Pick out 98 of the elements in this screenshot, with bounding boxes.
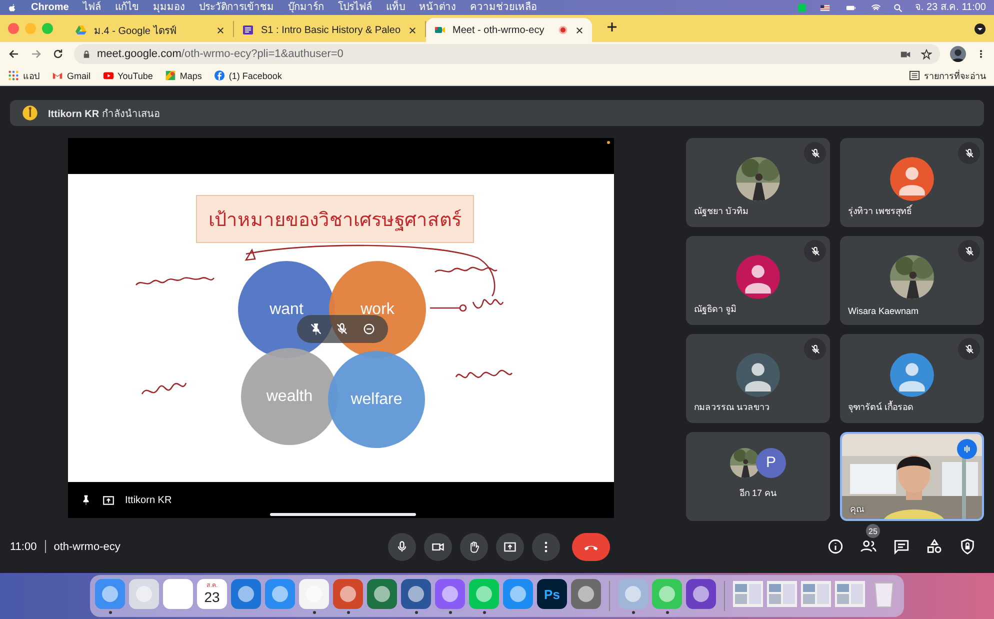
diagram-circle: welfare [328,351,425,448]
running-indicator [632,611,634,614]
remove-icon[interactable] [362,322,376,336]
running-indicator [346,611,350,614]
dropdown-icon[interactable] [974,22,986,34]
app-icon[interactable] [571,579,601,609]
menu-item[interactable]: มุมมอง [152,0,185,15]
participant-name: จุฑารัตน์ เกื้อรอด [848,400,914,414]
running-indicator [312,611,316,614]
flag-icon[interactable] [818,2,831,12]
plus-icon[interactable] [606,20,618,32]
bookmark-link[interactable]: แอป [8,68,40,82]
chat-icon[interactable] [893,538,910,555]
pin-icon[interactable] [80,494,92,506]
running-indicator [482,611,486,614]
browser-tab[interactable]: Meet - oth-wrmo-ecy [426,18,592,42]
menu-item[interactable]: Chrome [31,0,69,15]
presenter-avatar-icon [22,105,38,121]
pin-off-icon[interactable] [309,322,324,336]
handwriting-drawing [141,382,187,394]
bookmark-link[interactable]: YouTube [102,70,153,81]
browser-tab[interactable]: ม.4 - Google ไดรฟ์ [67,18,233,42]
running-indicator [448,611,452,614]
participant-name: ณัฐชยา บัวทิม [694,205,749,218]
window-thumbnail[interactable] [801,581,831,607]
video-camera-icon [434,24,446,36]
presenting-text: Ittikorn KR กำลังนำเสนอ [48,108,160,120]
info-icon[interactable] [827,538,844,555]
apple-icon[interactable] [8,2,17,12]
menu-item[interactable]: โปรไฟล์ [338,0,372,15]
menu-item[interactable]: ไฟล์ [82,0,101,15]
present-button[interactable] [496,532,524,560]
bookmark-link[interactable]: Gmail [52,70,91,81]
running-indicator [666,611,668,614]
handwriting-drawing [455,370,512,378]
browser-tab[interactable]: S1 : Intro Basic History & Paleo [234,18,425,42]
participant-count-badge: 25 [866,524,880,538]
present-icon[interactable] [102,494,115,506]
status-dot [607,141,610,144]
menu-item[interactable]: ประวัติการเข้าชม [198,0,274,15]
search-icon[interactable] [892,2,903,12]
grid-icon [8,70,19,81]
shield-icon[interactable] [959,538,976,555]
leave-call-button[interactable] [572,532,610,560]
microphone-icon[interactable] [395,540,409,554]
reload-icon[interactable] [52,48,64,60]
reading-list-button[interactable]: รายการที่จะอ่าน [909,68,986,82]
bookmark-link[interactable]: Maps [164,70,202,81]
presenter-name: Ittikorn KR [125,494,172,506]
slide-title: เป้าหมายของวิชาเศรษฐศาสตร์ [196,195,474,243]
close-icon[interactable] [216,26,225,34]
shapes-icon[interactable] [926,538,943,555]
triangle-logo-icon [75,24,87,36]
clock[interactable]: จ. 23 ส.ค. 11:00 [914,0,986,15]
participant-name: ณัฐธิดา จูมิ [694,303,737,316]
raise-hand-button[interactable] [460,532,488,560]
star-icon[interactable] [921,48,932,60]
present-icon[interactable] [503,540,517,554]
bookmark-link[interactable]: (1) Facebook [214,70,282,81]
menu-item[interactable]: หน้าต่าง [418,0,456,15]
app-icon[interactable] [367,579,397,609]
back-arrow-icon[interactable] [8,48,20,60]
map-pin-icon [164,70,176,81]
microphone-button[interactable] [388,532,416,560]
menu-item[interactable]: ความช่วยเหลือ [470,0,537,15]
participant-name: คุณ [850,503,864,516]
window-thumbnail[interactable] [835,581,865,607]
app-icon[interactable] [686,579,716,609]
list-icon [909,70,920,81]
window-thumbnail[interactable] [767,581,797,607]
forward-arrow-icon[interactable] [30,48,42,60]
meeting-code: oth-wrmo-ecy [54,540,120,552]
circle-logo-icon [214,70,225,81]
envelope-icon [52,70,63,81]
running-indicator [108,611,112,614]
play-button-icon [102,70,114,81]
participant-name: รุ่งทิวา เพชรสุทธิ์ [848,204,912,218]
list-document-icon [242,24,254,36]
app-icon[interactable] [401,579,431,609]
window-thumbnail[interactable] [733,581,763,607]
camera-button[interactable] [424,532,452,560]
app-icon[interactable]: Ps [537,579,567,609]
running-indicator [414,611,418,614]
menu-item[interactable]: บุ๊กมาร์ก [288,0,324,15]
participant-name: กมลวรรณ นวลขาว [694,401,770,414]
participant-name: Wisara Kaewnam [848,306,919,316]
wifi-icon[interactable] [870,2,881,12]
menu-item[interactable]: แท็บ [386,0,405,15]
avatar-initial: P [756,448,786,478]
handwriting-drawing [434,266,498,273]
mic-off-icon[interactable] [335,322,350,336]
close-icon[interactable] [408,26,417,34]
lock-icon [82,50,91,58]
menu-item[interactable]: แก้ไข [114,0,139,15]
address-field[interactable]: meet.google.com/oth-wrmo-ecy?pli=1&authuser=0 [74,44,940,64]
meeting-time: 11:00 [10,540,37,552]
more-participants-label: อีก 17 คน [739,486,776,500]
close-icon[interactable] [574,26,584,34]
